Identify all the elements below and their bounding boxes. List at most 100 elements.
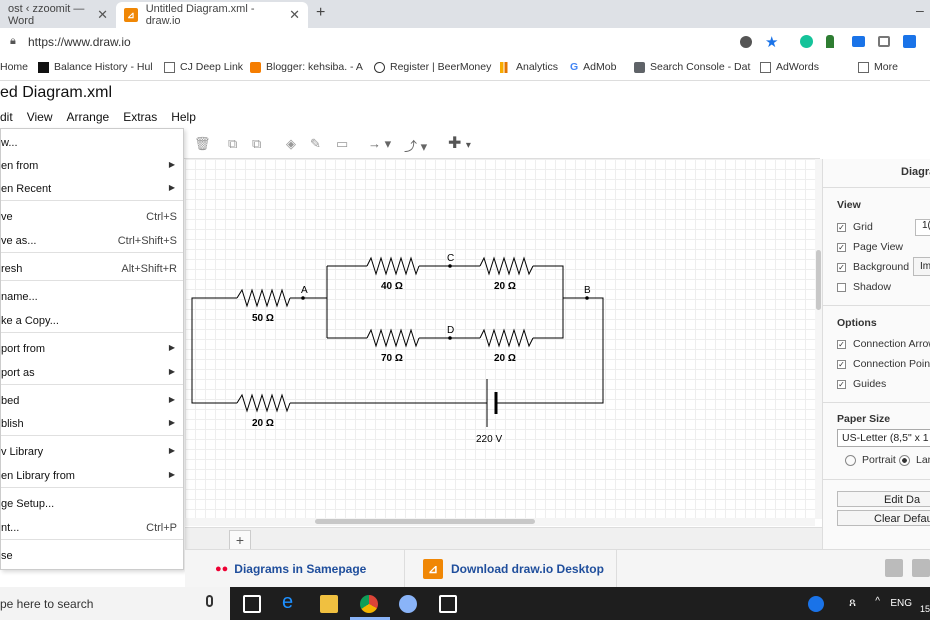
file-menu-item[interactable]: ke a Copy... bbox=[1, 312, 183, 332]
file-explorer-icon[interactable] bbox=[320, 595, 338, 613]
minimize-button[interactable]: – bbox=[916, 2, 924, 18]
to-front-icon[interactable]: ⧉ bbox=[228, 136, 237, 152]
people-icon[interactable]: ጸ bbox=[849, 595, 856, 610]
menu-extras[interactable]: Extras bbox=[123, 110, 157, 126]
tab-drawio[interactable]: ⊿ Untitled Diagram.xml - draw.io ✕ bbox=[116, 2, 308, 28]
extension-icon[interactable] bbox=[740, 36, 752, 48]
extension-screen-icon[interactable] bbox=[852, 36, 865, 47]
language-indicator[interactable]: ENG bbox=[890, 598, 912, 609]
menu-edit[interactable]: dit bbox=[0, 110, 13, 126]
grid-size-input[interactable]: 1( bbox=[915, 219, 930, 236]
background-checkbox-row[interactable]: ✓ Background bbox=[837, 261, 909, 273]
menu-view[interactable]: View bbox=[27, 110, 53, 126]
resistor-40[interactable] bbox=[366, 256, 420, 276]
task-view-icon[interactable] bbox=[243, 595, 261, 613]
edit-data-button[interactable]: Edit Da bbox=[837, 491, 930, 507]
resistor-20-series[interactable] bbox=[236, 393, 291, 413]
bookmark-adwords[interactable]: AdWords bbox=[760, 61, 819, 73]
resistor-20-bottom[interactable] bbox=[479, 328, 534, 348]
checkbox-checked-icon[interactable]: ✓ bbox=[837, 339, 846, 349]
landscape-radio-row[interactable]: Lan bbox=[899, 454, 930, 466]
resistor-70[interactable] bbox=[366, 328, 420, 348]
bookmark-star-icon[interactable]: ★ bbox=[765, 33, 778, 51]
insert-plus-icon[interactable]: ✚ ▾ bbox=[448, 133, 471, 153]
checkbox-checked-icon[interactable]: ✓ bbox=[837, 242, 846, 252]
close-tab-icon[interactable]: ✕ bbox=[289, 7, 300, 23]
connection-style-icon[interactable]: → ▾ bbox=[368, 136, 391, 152]
bookmark-analytics[interactable]: Analytics bbox=[500, 61, 558, 73]
bookmark-balance-history[interactable]: Balance History - Hul bbox=[38, 61, 153, 73]
fill-color-icon[interactable]: ◈ bbox=[286, 136, 296, 152]
new-tab-button[interactable]: + bbox=[316, 4, 325, 22]
bookmark-admob[interactable]: G AdMob bbox=[570, 61, 616, 73]
file-menu-item[interactable]: se bbox=[1, 547, 183, 567]
file-menu-item[interactable]: en from ▶ bbox=[1, 157, 183, 177]
file-menu-item[interactable]: ve Ctrl+S bbox=[1, 208, 183, 228]
photos-icon[interactable] bbox=[439, 595, 457, 613]
extension-person-icon[interactable] bbox=[826, 35, 834, 48]
file-menu-item[interactable]: ge Setup... bbox=[1, 495, 183, 515]
samepage-link[interactable]: ●● Diagrams in Samepage bbox=[215, 550, 366, 588]
bookmark-more[interactable]: More bbox=[858, 61, 898, 73]
file-menu-item[interactable]: en Library from ▶ bbox=[1, 467, 183, 487]
connection-arrows-checkbox-row[interactable]: ✓ Connection Arrow bbox=[837, 338, 930, 350]
taskbar-search-box[interactable]: pe here to search bbox=[0, 587, 230, 620]
file-menu-item[interactable]: ve as... Ctrl+Shift+S bbox=[1, 232, 183, 252]
delete-icon[interactable]: 🗑︎ bbox=[194, 136, 211, 152]
help-badge-icon[interactable] bbox=[808, 596, 824, 612]
battery-icon[interactable] bbox=[486, 379, 498, 427]
chrome-icon[interactable] bbox=[360, 595, 378, 613]
bookmark-home[interactable]: Home bbox=[0, 61, 28, 73]
tab-wordpress[interactable]: ost ‹ zzoomit — Word ✕ bbox=[0, 2, 116, 28]
checkbox-checked-icon[interactable]: ✓ bbox=[837, 222, 846, 232]
resistor-50[interactable] bbox=[236, 288, 291, 308]
file-menu-item[interactable]: v Library ▶ bbox=[1, 443, 183, 463]
radio-selected-icon[interactable] bbox=[899, 454, 910, 466]
checkbox-checked-icon[interactable]: ✓ bbox=[837, 262, 846, 272]
to-back-icon[interactable]: ⧉ bbox=[252, 136, 261, 152]
page-view-checkbox-row[interactable]: ✓ Page View bbox=[837, 241, 903, 253]
bookmark-cj-deep-link[interactable]: CJ Deep Link bbox=[164, 61, 243, 73]
shadow-icon[interactable]: ▭ bbox=[336, 136, 348, 152]
clear-default-style-button[interactable]: Clear Defau bbox=[837, 510, 930, 526]
background-image-button[interactable]: Im bbox=[913, 257, 930, 276]
file-menu-item[interactable]: en Recent ▶ bbox=[1, 180, 183, 200]
bookmark-blogger[interactable]: Blogger: kehsiba. - A bbox=[250, 61, 363, 73]
checkbox-checked-icon[interactable]: ✓ bbox=[837, 359, 846, 369]
file-menu-item[interactable]: port from ▶ bbox=[1, 340, 183, 360]
paper-size-select[interactable]: US-Letter (8,5" x 1 bbox=[837, 429, 930, 447]
grid-checkbox-row[interactable]: ✓ Grid bbox=[837, 221, 873, 233]
waypoint-style-icon[interactable]: ⤴ ▾ bbox=[404, 136, 427, 155]
file-menu-item[interactable]: nt... Ctrl+P bbox=[1, 519, 183, 539]
connection-points-checkbox-row[interactable]: ✓ Connection Points bbox=[837, 358, 930, 370]
url-field[interactable]: https://www.draw.io bbox=[28, 35, 131, 49]
facebook-icon[interactable] bbox=[912, 559, 930, 577]
extension-check-icon[interactable] bbox=[903, 35, 916, 48]
portrait-radio-row[interactable]: Portrait bbox=[845, 454, 896, 466]
close-tab-icon[interactable]: ✕ bbox=[97, 7, 108, 23]
grammarly-icon[interactable] bbox=[800, 35, 813, 48]
guides-checkbox-row[interactable]: ✓ Guides bbox=[837, 378, 886, 390]
diagram-canvas[interactable]: A B C D 50 Ω 40 Ω 20 Ω 70 Ω 20 Ω 20 Ω 22… bbox=[185, 159, 815, 519]
file-menu-item[interactable]: w... bbox=[1, 134, 183, 154]
radio-unselected-icon[interactable] bbox=[845, 454, 856, 466]
add-page-button[interactable]: + bbox=[229, 530, 251, 550]
shadow-checkbox-row[interactable]: Shadow bbox=[837, 281, 891, 293]
file-menu-item[interactable]: name... bbox=[1, 288, 183, 308]
paint-icon[interactable] bbox=[399, 595, 417, 613]
menu-arrange[interactable]: Arrange bbox=[66, 110, 109, 126]
file-menu-item[interactable]: bed ▶ bbox=[1, 392, 183, 412]
clock[interactable]: 15 bbox=[920, 604, 930, 614]
horizontal-scroll-thumb[interactable] bbox=[315, 519, 535, 524]
diagram-title[interactable]: ed Diagram.xml bbox=[0, 84, 112, 102]
file-menu-item[interactable]: port as ▶ bbox=[1, 364, 183, 384]
download-desktop-link[interactable]: ⊿ Download draw.io Desktop bbox=[423, 550, 604, 588]
tray-chevron-up-icon[interactable]: ^ bbox=[875, 596, 880, 607]
vertical-scroll-thumb[interactable] bbox=[816, 250, 821, 310]
bookmark-search-console[interactable]: Search Console - Dat bbox=[634, 61, 750, 73]
checkbox-checked-icon[interactable]: ✓ bbox=[837, 379, 846, 389]
line-color-icon[interactable]: ✎ bbox=[310, 136, 321, 152]
file-menu-item[interactable]: blish ▶ bbox=[1, 415, 183, 435]
resistor-20-top[interactable] bbox=[479, 256, 534, 276]
edge-icon[interactable]: e bbox=[282, 591, 300, 613]
